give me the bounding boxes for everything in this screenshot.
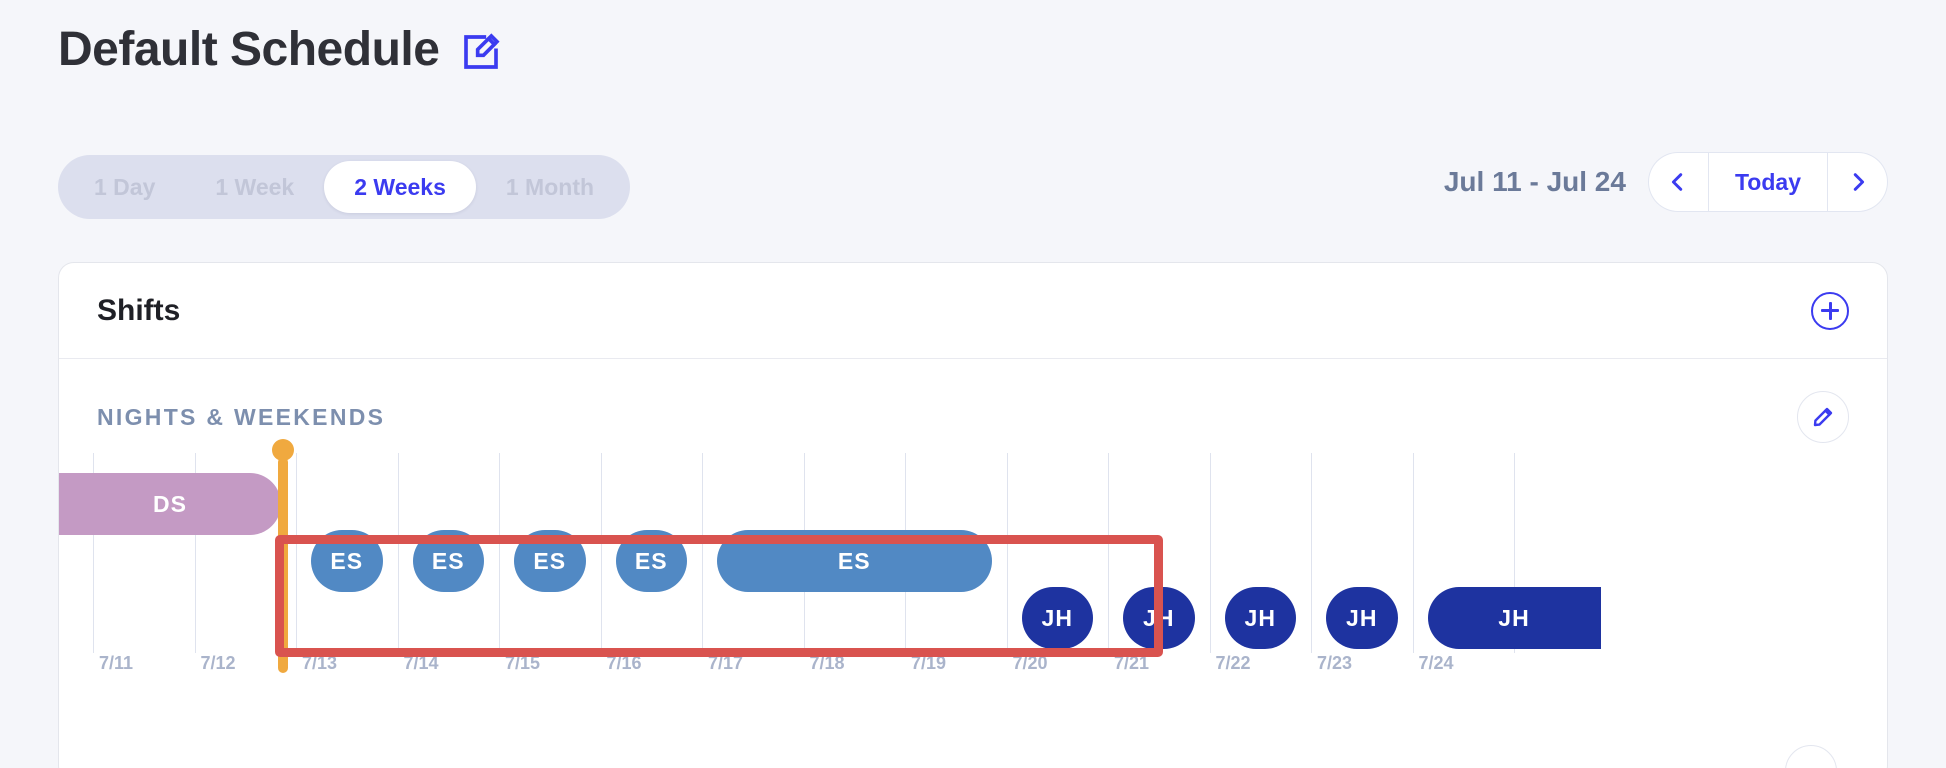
timeline-day-label: 7/19 xyxy=(911,653,947,673)
next-period-button[interactable] xyxy=(1828,152,1888,212)
tab-1-month[interactable]: 1 Month xyxy=(476,161,624,213)
shift-pill-jh[interactable]: JH xyxy=(1224,587,1296,649)
timeline-day-label: 7/22 xyxy=(1215,653,1251,673)
shift-group-label: NIGHTS & WEEKENDS xyxy=(97,403,386,430)
timeline-gridline xyxy=(702,453,703,653)
timeline-gridline xyxy=(296,453,297,653)
timeline-gridline xyxy=(1209,453,1211,653)
date-nav-buttons: Today xyxy=(1647,152,1888,212)
prev-period-button[interactable] xyxy=(1647,152,1708,212)
timeline-gridline xyxy=(600,453,602,653)
shifts-card-header: Shifts xyxy=(59,263,1887,359)
shift-timeline[interactable]: 7/11 7/12 7/13 7/14 7/15 7/16 7/17 7/18 7/19 7/20… xyxy=(59,439,1887,703)
shifts-card: Shifts NIGHTS & WEEKENDS 7/11 7/12 7/13 7/1… xyxy=(58,262,1888,768)
shift-pill-jh[interactable]: JH xyxy=(1427,587,1601,649)
shift-pill-ds[interactable]: DS xyxy=(59,473,281,535)
shift-pill-jh[interactable]: JH xyxy=(1326,587,1398,649)
view-range-tabs[interactable]: 1 Day 1 Week 2 Weeks 1 Month xyxy=(58,155,631,219)
timeline-day-label: 7/17 xyxy=(708,653,744,673)
timeline-day-label: 7/18 xyxy=(809,653,845,673)
timeline-day-label: 7/13 xyxy=(302,653,338,673)
timeline-day-label: 7/14 xyxy=(403,653,439,673)
tab-2-weeks[interactable]: 2 Weeks xyxy=(324,161,476,213)
timeline-day-label: 7/16 xyxy=(606,653,642,673)
edit-shift-group-button[interactable] xyxy=(1797,391,1849,443)
timeline-day-label: 7/24 xyxy=(1418,653,1454,673)
timeline-gridline xyxy=(1412,453,1414,653)
pencil-icon xyxy=(1813,407,1833,427)
page-header: Default Schedule xyxy=(58,26,501,74)
tab-1-week[interactable]: 1 Week xyxy=(185,161,324,213)
add-shift-button[interactable] xyxy=(1811,291,1849,330)
chevron-right-icon xyxy=(1853,173,1864,191)
timeline-day-label: 7/15 xyxy=(505,653,541,673)
shift-pill-es[interactable]: ES xyxy=(412,530,484,592)
shift-pill-jh[interactable]: JH xyxy=(1123,587,1195,649)
timeline-day-label: 7/20 xyxy=(1012,653,1048,673)
edit-square-pencil-icon[interactable] xyxy=(461,28,501,72)
timeline-gridline xyxy=(1108,453,1109,653)
shift-group-header: NIGHTS & WEEKENDS xyxy=(59,359,1887,443)
timeline-day-label: 7/11 xyxy=(99,653,134,673)
page-title: Default Schedule xyxy=(58,23,440,76)
timeline-gridline xyxy=(1006,453,1008,653)
shifts-title: Shifts xyxy=(97,293,181,327)
plus-icon xyxy=(1821,301,1839,320)
shift-pill-es[interactable]: ES xyxy=(717,530,992,592)
shift-pill-jh[interactable]: JH xyxy=(1021,587,1093,649)
timeline-day-label: 7/21 xyxy=(1114,653,1150,673)
date-range-label: Jul 11 - Jul 24 xyxy=(1443,166,1626,197)
shift-pill-es[interactable]: ES xyxy=(514,530,586,592)
current-time-marker-stem xyxy=(277,457,288,673)
today-button[interactable]: Today xyxy=(1707,152,1828,212)
timeline-day-label: 7/12 xyxy=(200,653,236,673)
date-navigation: Jul 11 - Jul 24 Today xyxy=(1444,152,1888,212)
timeline-day-label: 7/23 xyxy=(1317,653,1353,673)
chevron-left-icon xyxy=(1672,173,1683,191)
shift-pill-es[interactable]: ES xyxy=(615,530,687,592)
timeline-gridline xyxy=(1311,453,1312,653)
shift-pill-es[interactable]: ES xyxy=(311,530,383,592)
schedule-page: Default Schedule 1 Day 1 Week 2 Weeks 1 … xyxy=(0,0,1946,768)
timeline-gridline xyxy=(499,453,500,653)
tab-1-day[interactable]: 1 Day xyxy=(64,161,185,213)
timeline-gridline xyxy=(397,453,399,653)
